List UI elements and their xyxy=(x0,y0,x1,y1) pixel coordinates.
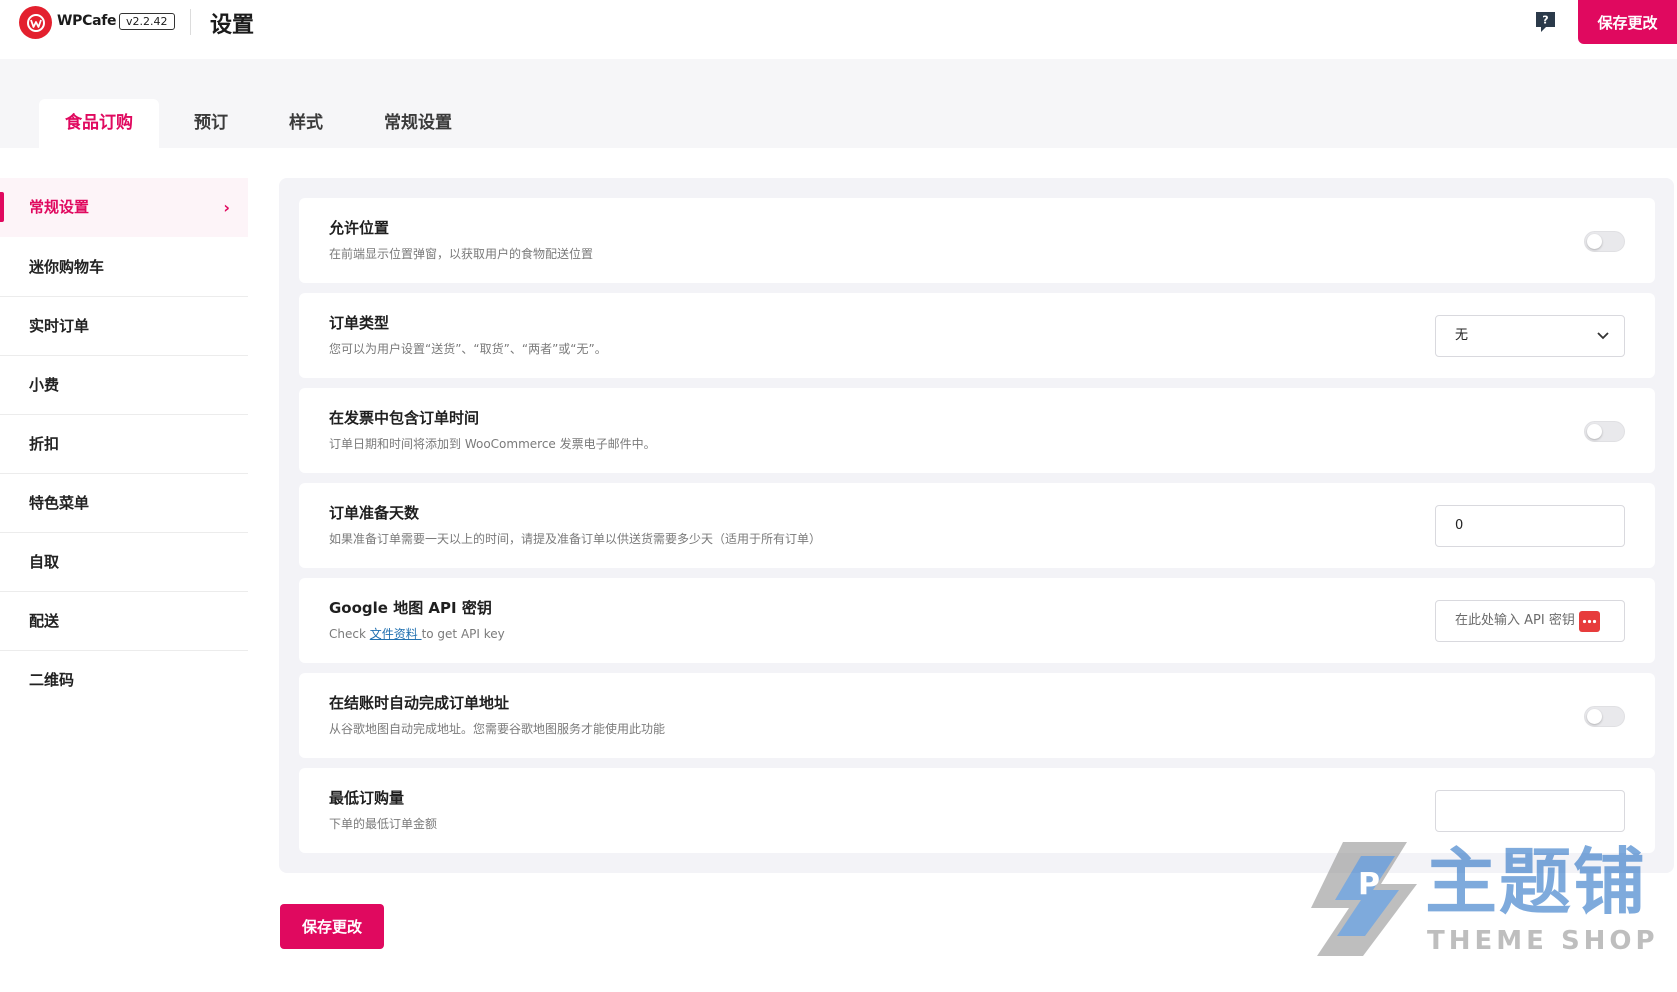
desc-prefix: Check xyxy=(329,627,370,641)
header-divider xyxy=(190,9,191,35)
order-type-selected-value: 无 xyxy=(1455,328,1469,343)
setting-minimum-order: 最低订购量 下单的最低订单金额 xyxy=(299,768,1655,853)
allow-location-toggle[interactable] xyxy=(1584,231,1625,252)
documentation-link[interactable]: 文件资料 xyxy=(370,627,422,641)
settings-panel: 允许位置 在前端显示位置弹窗，以获取用户的食物配送位置 订单类型 您可以为用户设… xyxy=(279,178,1674,873)
setting-title: 允许位置 xyxy=(329,219,390,237)
setting-google-maps-api-key: Google 地图 API 密钥 Check 文件资料 to get API k… xyxy=(299,578,1655,663)
sidebar-item-label: 小费 xyxy=(29,376,60,394)
page-title: 设置 xyxy=(210,13,255,38)
watermark-english-text: THEME SHOP xyxy=(1427,926,1659,956)
desc-suffix: to get API key xyxy=(421,627,505,641)
setting-title: 在结账时自动完成订单地址 xyxy=(329,694,510,712)
setting-title: Google 地图 API 密钥 xyxy=(329,599,492,617)
save-button-bottom[interactable]: 保存更改 xyxy=(280,904,384,949)
sidebar-item-label: 实时订单 xyxy=(29,317,90,335)
toggle-knob xyxy=(1587,424,1602,439)
tab-reservation[interactable]: 预订 xyxy=(168,99,254,148)
setting-description: 从谷歌地图自动完成地址。您需要谷歌地图服务才能使用此功能 xyxy=(329,722,666,736)
sidebar-item-label: 迷你购物车 xyxy=(29,258,105,276)
setting-invoice-order-time: 在发票中包含订单时间 订单日期和时间将添加到 WooCommerce 发票电子邮… xyxy=(299,388,1655,473)
tab-food-ordering[interactable]: 食品订购 xyxy=(39,99,159,148)
version-badge: v2.2.42 xyxy=(119,13,175,30)
setting-title: 最低订购量 xyxy=(329,789,405,807)
toggle-knob xyxy=(1587,234,1602,249)
setting-description: 订单日期和时间将添加到 WooCommerce 发票电子邮件中。 xyxy=(329,437,656,451)
tabs-bar: 食品订购 预订 样式 常规设置 xyxy=(0,59,1677,148)
sidebar-item-label: 配送 xyxy=(29,612,60,630)
sidebar-item-label: 折扣 xyxy=(29,435,60,453)
password-manager-icon[interactable] xyxy=(1579,611,1600,632)
setting-prep-days: 订单准备天数 如果准备订单需要一天以上的时间，请提及准备订单以供送货需要多少天（… xyxy=(299,483,1655,568)
setting-description: 下单的最低订单金额 xyxy=(329,817,438,831)
prep-days-input[interactable]: 0 xyxy=(1435,505,1625,547)
sidebar-item-general-settings[interactable]: 常规设置 › xyxy=(0,178,248,237)
top-header: WPCafe v2.2.42 设置 ? 保存更改 xyxy=(0,0,1677,59)
sidebar-item-label: 二维码 xyxy=(29,671,75,689)
autocomplete-address-toggle[interactable] xyxy=(1584,706,1625,727)
save-button-top[interactable]: 保存更改 xyxy=(1578,0,1677,44)
setting-description: 在前端显示位置弹窗，以获取用户的食物配送位置 xyxy=(329,247,594,261)
chevron-down-icon xyxy=(1596,316,1610,356)
setting-allow-location: 允许位置 在前端显示位置弹窗，以获取用户的食物配送位置 xyxy=(299,198,1655,283)
minimum-order-input[interactable] xyxy=(1435,790,1625,832)
help-icon[interactable]: ? xyxy=(1533,9,1558,34)
setting-title: 在发票中包含订单时间 xyxy=(329,409,480,427)
tab-general-settings[interactable]: 常规设置 xyxy=(358,99,478,148)
setting-autocomplete-address: 在结账时自动完成订单地址 从谷歌地图自动完成地址。您需要谷歌地图服务才能使用此功… xyxy=(299,673,1655,758)
sidebar-item-label: 特色菜单 xyxy=(29,494,90,512)
sidebar-item-pickup[interactable]: 自取 xyxy=(0,533,248,592)
invoice-order-time-toggle[interactable] xyxy=(1584,421,1625,442)
tab-style[interactable]: 样式 xyxy=(263,99,349,148)
setting-title: 订单类型 xyxy=(329,314,390,332)
sidebar-item-live-orders[interactable]: 实时订单 xyxy=(0,297,248,356)
svg-text:?: ? xyxy=(1542,14,1548,27)
prep-days-value: 0 xyxy=(1455,518,1464,533)
sidebar-item-label: 自取 xyxy=(29,553,60,571)
sidebar-item-tips[interactable]: 小费 xyxy=(0,356,248,415)
setting-order-type: 订单类型 您可以为用户设置“送货”、“取货”、“两者”或“无”。 无 xyxy=(299,293,1655,378)
setting-title: 订单准备天数 xyxy=(329,504,420,522)
toggle-knob xyxy=(1587,709,1602,724)
api-key-placeholder: 在此处输入 API 密钥 xyxy=(1455,613,1575,628)
order-type-select[interactable]: 无 xyxy=(1435,315,1625,357)
sidebar-item-featured-menu[interactable]: 特色菜单 xyxy=(0,474,248,533)
sidebar-item-discount[interactable]: 折扣 xyxy=(0,415,248,474)
sidebar-item-qr-code[interactable]: 二维码 xyxy=(0,651,248,710)
settings-sidebar: 常规设置 › 迷你购物车 实时订单 小费 折扣 特色菜单 自取 配送 二维码 xyxy=(0,178,248,710)
wpcafe-logo-icon xyxy=(19,6,52,39)
api-key-input[interactable]: 在此处输入 API 密钥 xyxy=(1435,600,1625,642)
setting-description: 如果准备订单需要一天以上的时间，请提及准备订单以供送货需要多少天（适用于所有订单… xyxy=(329,532,822,546)
sidebar-item-mini-cart[interactable]: 迷你购物车 xyxy=(0,238,248,297)
chevron-right-icon: › xyxy=(223,198,230,217)
brand-name: WPCafe xyxy=(57,13,117,29)
setting-description: 您可以为用户设置“送货”、“取货”、“两者”或“无”。 xyxy=(329,342,607,356)
setting-description: Check 文件资料 to get API key xyxy=(329,625,505,642)
sidebar-item-delivery[interactable]: 配送 xyxy=(0,592,248,651)
sidebar-item-label: 常规设置 xyxy=(29,198,90,216)
